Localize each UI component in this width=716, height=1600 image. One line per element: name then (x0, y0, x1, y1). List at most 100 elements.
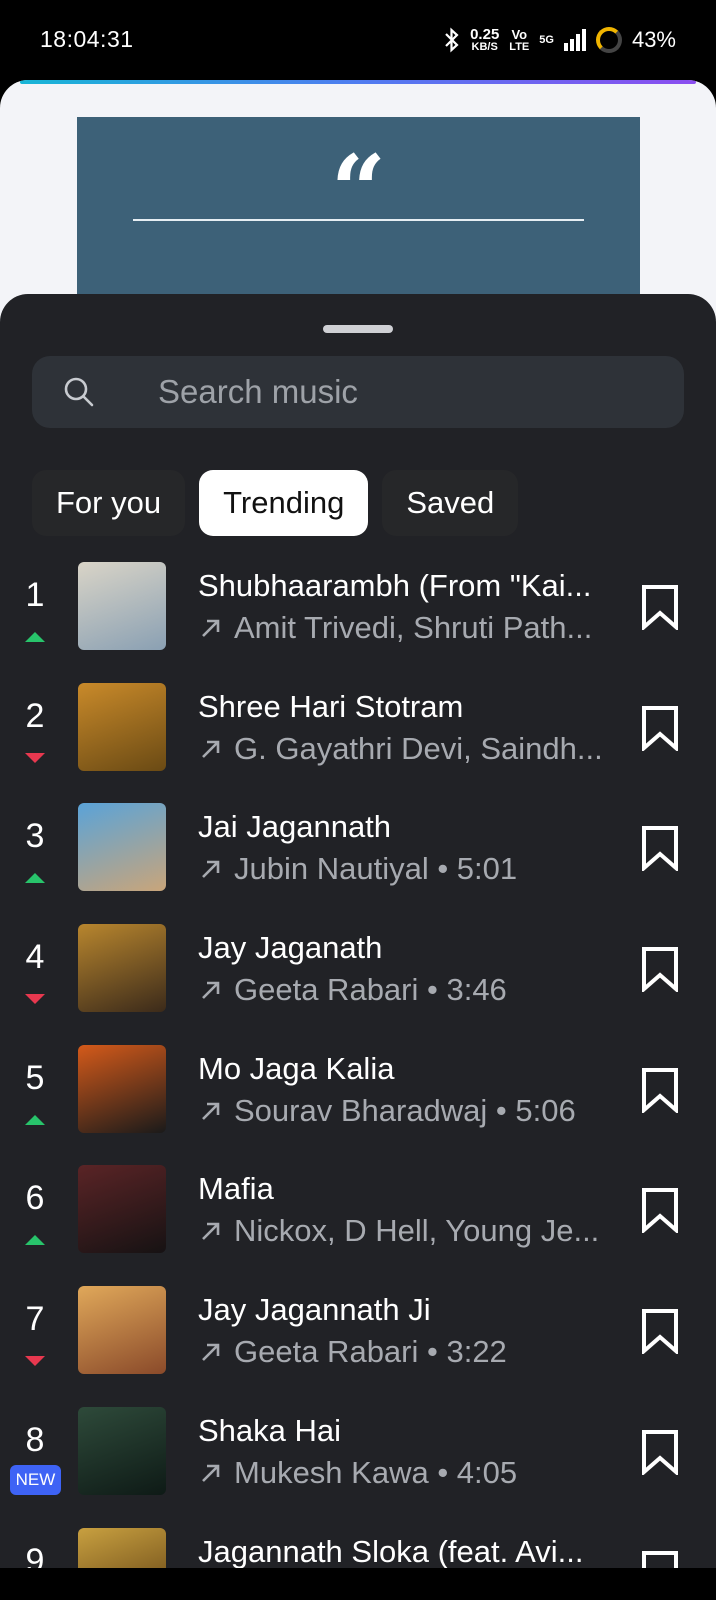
track-artist-duration: Geeta Rabari • 3:22 (234, 1334, 507, 1370)
tab-bar: For you Trending Saved (32, 470, 519, 536)
track-rank: 5 (25, 1058, 45, 1097)
album-art (78, 1165, 166, 1254)
track-rank: 8 (25, 1420, 45, 1459)
track-rank: 1 (25, 576, 45, 614)
status-bar: 18:04:31 0.25 KB/S Vo LTE 5G 43% (0, 0, 716, 80)
bluetooth-icon (445, 27, 459, 53)
track-artist-duration: G. Gayathri Devi, Saindh... (234, 730, 603, 766)
track-list: 1 Shubhaarambh (From "Kai... Amit Trivedi,… (0, 562, 716, 1568)
search-icon (64, 377, 94, 407)
drag-handle[interactable] (323, 325, 393, 333)
track-artist-duration: Nickox, D Hell, Young Je... (234, 1213, 600, 1249)
tab-trending[interactable]: Trending (199, 470, 369, 536)
bookmark-icon[interactable] (640, 584, 680, 630)
track-subtitle: Amit Trivedi, Shruti Path... (198, 610, 608, 646)
album-art (78, 924, 166, 1013)
track-row[interactable]: 7 Jay Jagannath Ji Geeta Rabari • 3:22 (0, 1286, 716, 1407)
bookmark-icon[interactable] (640, 1429, 680, 1475)
track-artist-duration: Geeta Rabari • 3:46 (234, 972, 507, 1008)
bookmark-icon[interactable] (640, 1550, 680, 1569)
system-nav-bar (0, 1568, 716, 1600)
tab-for-you[interactable]: For you (32, 470, 186, 536)
battery-icon (595, 27, 622, 53)
album-art (78, 562, 166, 650)
divider (133, 219, 584, 221)
tab-saved[interactable]: Saved (382, 470, 519, 536)
track-subtitle: Mukesh Kawa • 4:05 (198, 1455, 608, 1491)
network-type: 5G (539, 33, 554, 46)
track-row[interactable]: 5 Mo Jaga Kalia Sourav Bharadwaj • 5:06 (0, 1044, 716, 1166)
track-rank: 7 (25, 1300, 45, 1339)
track-rank: 6 (25, 1179, 45, 1218)
track-title: Mo Jaga Kalia (198, 1050, 395, 1086)
trend-arrow-icon (202, 1223, 220, 1241)
trend-arrow-icon (202, 619, 220, 637)
track-title: Jay Jaganath (198, 930, 383, 966)
bookmark-icon[interactable] (640, 1187, 680, 1234)
trend-down-icon (25, 752, 45, 763)
search-bar[interactable] (32, 356, 684, 428)
battery-level: 43% (631, 27, 676, 52)
track-artist-duration: Sourav Bharadwaj • 5:06 (234, 1092, 576, 1128)
track-artist-duration: Amit Trivedi, Shruti Path... (234, 610, 593, 645)
trend-arrow-icon (202, 740, 220, 758)
trend-down-icon (25, 994, 45, 1005)
trend-up-icon (25, 873, 45, 884)
bookmark-icon[interactable] (640, 825, 680, 872)
net-speed: 0.25 KB/S (470, 26, 500, 53)
track-title: Jay Jagannath Ji (198, 1292, 431, 1328)
clock: 18:04:31 (40, 26, 134, 52)
track-rank: 2 (25, 696, 45, 735)
track-subtitle: Geeta Rabari • 3:22 (198, 1334, 608, 1370)
bookmark-icon[interactable] (640, 946, 680, 993)
album-art (78, 1286, 166, 1375)
bookmark-icon[interactable] (640, 705, 680, 751)
track-row[interactable]: 9 Jagannath Sloka (feat. Avi... (0, 1527, 716, 1569)
track-subtitle: G. Gayathri Devi, Saindh... (198, 731, 608, 767)
track-subtitle: Nickox, D Hell, Young Je... (198, 1213, 608, 1249)
status-icons: 0.25 KB/S Vo LTE 5G 43% (444, 24, 676, 56)
track-rank: 3 (25, 817, 45, 856)
signal-icon (563, 29, 586, 51)
new-badge: NEW (10, 1464, 61, 1495)
music-picker-sheet: For you Trending Saved 1 Shubhaarambh (Fr… (0, 294, 716, 1568)
track-title: Shaka Hai (198, 1412, 342, 1448)
track-subtitle: Jubin Nautiyal • 5:01 (198, 851, 608, 887)
track-rank: 4 (25, 938, 45, 977)
track-title: Shubhaarambh (From "Kai... (198, 568, 592, 603)
track-subtitle: Geeta Rabari • 3:46 (198, 972, 608, 1008)
track-row[interactable]: 2 Shree Hari Stotram G. Gayathri Devi, Sai… (0, 682, 716, 804)
track-row[interactable]: 1 Shubhaarambh (From "Kai... Amit Trivedi,… (0, 562, 716, 683)
trend-arrow-icon (202, 981, 220, 999)
trend-up-icon (25, 632, 45, 642)
track-rank: 9 (25, 1541, 45, 1569)
album-art (78, 1044, 166, 1133)
search-input[interactable] (158, 356, 658, 428)
album-art (78, 682, 166, 771)
trend-up-icon (25, 1114, 45, 1125)
volte-indicator: Vo LTE (509, 27, 530, 53)
track-row[interactable]: 6 Mafia Nickox, D Hell, Young Je... (0, 1165, 716, 1286)
trend-arrow-icon (202, 1464, 220, 1482)
trend-up-icon (25, 1235, 45, 1246)
album-art (78, 1406, 166, 1495)
track-title: Jagannath Sloka (feat. Avi... (198, 1533, 584, 1569)
trend-down-icon (25, 1356, 45, 1367)
track-row[interactable]: 8 NEW Shaka Hai Mukesh Kawa • 4:05 (0, 1406, 716, 1528)
trend-arrow-icon (202, 1102, 220, 1120)
track-row[interactable]: 3 Jai Jagannath Jubin Nautiyal • 5:01 (0, 803, 716, 924)
album-art (78, 803, 166, 892)
track-title: Jai Jagannath (198, 809, 392, 845)
accent-glow (20, 80, 696, 84)
bookmark-icon[interactable] (640, 1067, 680, 1113)
album-art (78, 1527, 166, 1568)
track-title: Mafia (198, 1171, 274, 1207)
track-subtitle: Sourav Bharadwaj • 5:06 (198, 1093, 608, 1129)
trend-arrow-icon (202, 861, 220, 879)
trend-arrow-icon (202, 1343, 220, 1362)
track-artist-duration: Mukesh Kawa • 4:05 (234, 1454, 518, 1490)
bookmark-icon[interactable] (640, 1308, 680, 1355)
track-artist-duration: Jubin Nautiyal • 5:01 (234, 851, 518, 887)
track-title: Shree Hari Stotram (198, 688, 464, 724)
track-row[interactable]: 4 Jay Jaganath Geeta Rabari • 3:46 (0, 924, 716, 1045)
